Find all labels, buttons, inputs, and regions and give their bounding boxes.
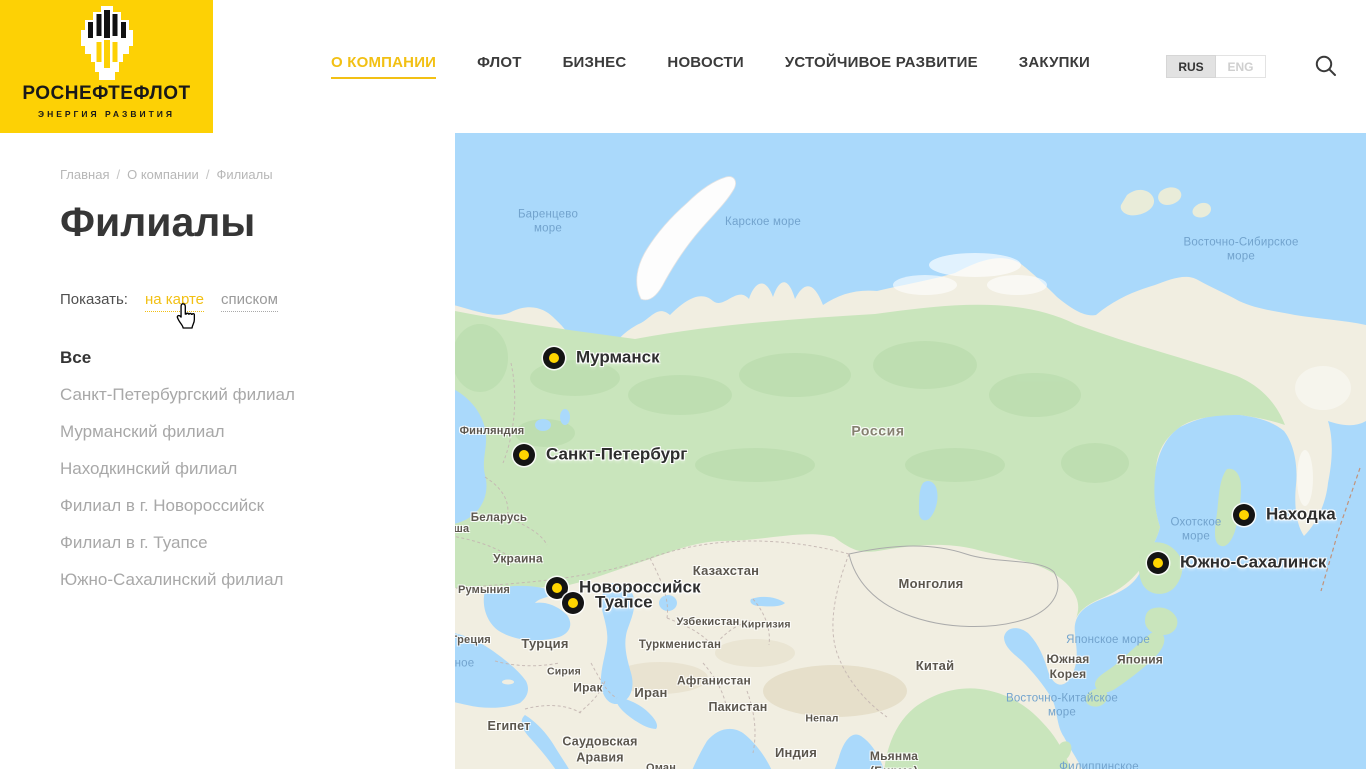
brand-name: РОСНЕФТЕФЛОТ bbox=[0, 83, 213, 105]
branch-marker-label-4: Находка bbox=[1266, 505, 1336, 525]
breadcrumb-item-0[interactable]: Главная bbox=[60, 167, 109, 182]
map[interactable]: Баренцево мореКарское мореВосточно-Сибир… bbox=[455, 133, 1366, 769]
branch-filter-2[interactable]: Мурманский филиал bbox=[60, 413, 455, 450]
breadcrumb-separator: / bbox=[116, 167, 120, 182]
breadcrumb: Главная / О компании / Филиалы bbox=[60, 167, 455, 182]
branch-filter-4[interactable]: Филиал в г. Новороссийск bbox=[60, 487, 455, 524]
branch-filter-0[interactable]: Все bbox=[60, 339, 455, 376]
branch-marker-3[interactable] bbox=[562, 592, 584, 614]
view-option-1[interactable]: списком bbox=[221, 291, 278, 312]
site-header: РОСНЕФТЕФЛОТ ЭНЕРГИЯ РАЗВИТИЯ О КОМПАНИИ… bbox=[0, 0, 1366, 133]
breadcrumb-separator: / bbox=[206, 167, 210, 182]
branch-marker-5[interactable] bbox=[1147, 552, 1169, 574]
lang-option-eng[interactable]: ENG bbox=[1216, 55, 1266, 78]
brand-tagline: ЭНЕРГИЯ РАЗВИТИЯ bbox=[0, 109, 213, 119]
branch-filter-list: ВсеСанкт-Петербургский филиалМурманский … bbox=[60, 339, 455, 598]
branch-marker-label-1: Санкт-Петербург bbox=[546, 445, 687, 465]
hand-cursor-icon bbox=[174, 302, 199, 331]
rosneft-logo-icon bbox=[77, 6, 137, 82]
nav-item-0[interactable]: О КОМПАНИИ bbox=[331, 54, 436, 79]
branch-filter-5[interactable]: Филиал в г. Туапсе bbox=[60, 524, 455, 561]
branch-marker-1[interactable] bbox=[513, 444, 535, 466]
branch-marker-label-5: Южно-Сахалинск bbox=[1180, 553, 1326, 573]
branch-marker-4[interactable] bbox=[1233, 504, 1255, 526]
lang-option-rus[interactable]: RUS bbox=[1166, 55, 1216, 78]
page-title: Филиалы bbox=[60, 199, 455, 246]
breadcrumb-item-1[interactable]: О компании bbox=[127, 167, 199, 182]
nav-item-3[interactable]: НОВОСТИ bbox=[667, 54, 743, 79]
nav-item-5[interactable]: ЗАКУПКИ bbox=[1019, 54, 1090, 79]
language-toggle: RUSENG bbox=[1166, 55, 1266, 78]
branch-marker-0[interactable] bbox=[543, 347, 565, 369]
search-icon bbox=[1313, 53, 1339, 79]
branch-filter-6[interactable]: Южно-Сахалинский филиал bbox=[60, 561, 455, 598]
branch-filter-3[interactable]: Находкинский филиал bbox=[60, 450, 455, 487]
search-button[interactable] bbox=[1308, 50, 1344, 84]
branch-marker-label-0: Мурманск bbox=[576, 348, 660, 368]
branch-marker-label-3: Туапсе bbox=[595, 593, 653, 613]
sidebar: Главная / О компании / Филиалы Филиалы Показ… bbox=[0, 133, 455, 769]
nav-item-1[interactable]: ФЛОТ bbox=[477, 54, 521, 79]
view-switcher: Показать: на картесписком bbox=[60, 291, 455, 312]
logo[interactable]: РОСНЕФТЕФЛОТ ЭНЕРГИЯ РАЗВИТИЯ bbox=[0, 0, 213, 133]
nav-item-4[interactable]: УСТОЙЧИВОЕ РАЗВИТИЕ bbox=[785, 54, 978, 79]
show-label: Показать: bbox=[60, 291, 128, 308]
nav-item-2[interactable]: БИЗНЕС bbox=[563, 54, 627, 79]
main-nav: О КОМПАНИИ ФЛОТ БИЗНЕС НОВОСТИ УСТОЙЧИВОЕ РА… bbox=[331, 0, 1090, 133]
breadcrumb-item-2: Филиалы bbox=[216, 167, 272, 182]
branch-filter-1[interactable]: Санкт-Петербургский филиал bbox=[60, 376, 455, 413]
view-options: на картесписком bbox=[145, 291, 278, 312]
